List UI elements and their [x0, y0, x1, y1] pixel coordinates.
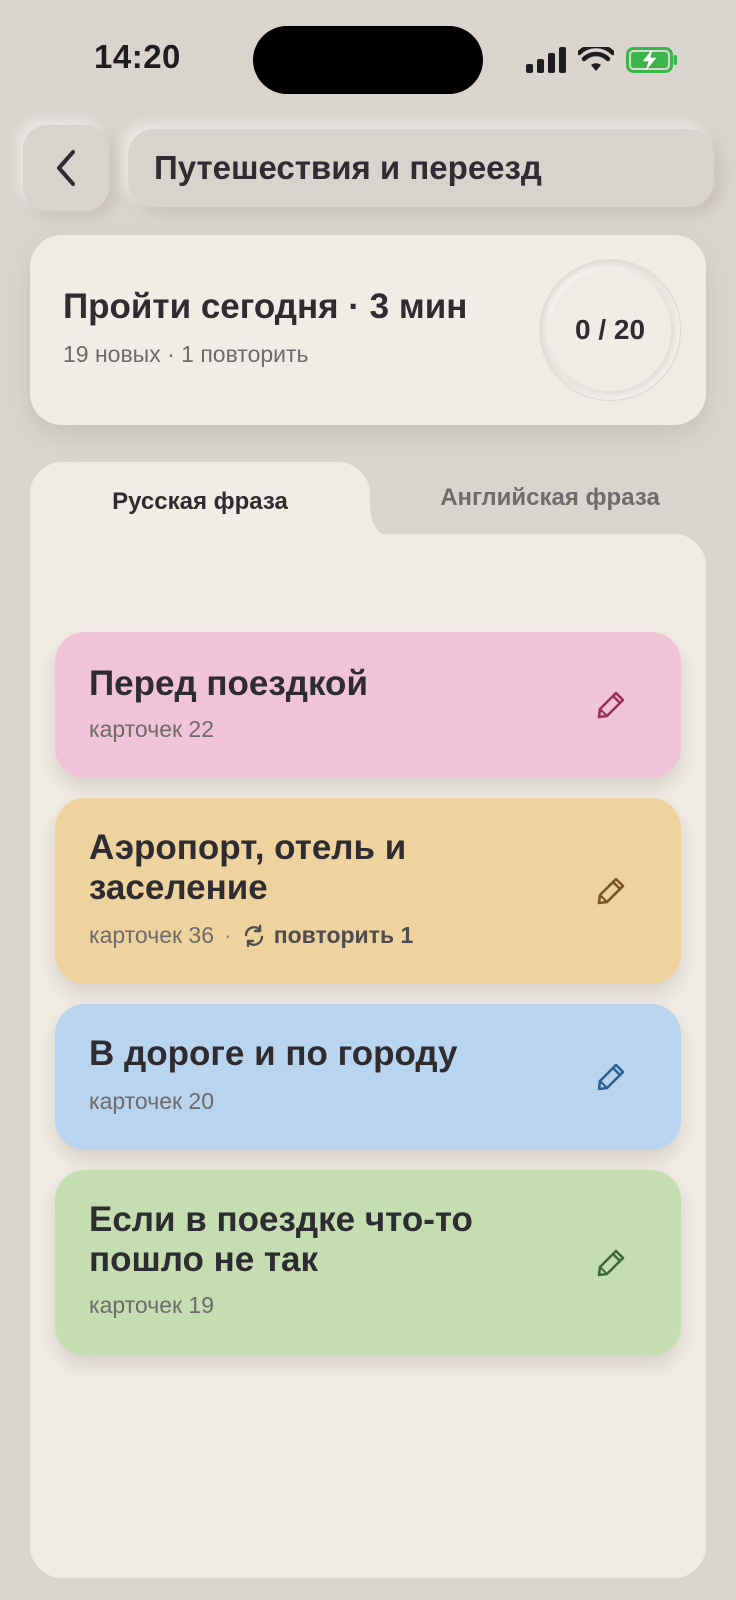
panel-body: Перед поездкой карточек 22 Аэропорт, оте…	[30, 526, 706, 1578]
edit-button[interactable]	[591, 1243, 631, 1283]
page-title-pill: Путешествия и переезд	[128, 129, 714, 207]
repeat-tag: повторить 1	[242, 922, 414, 949]
status-time: 14:20	[94, 38, 181, 75]
category-count: карточек 36	[89, 922, 215, 948]
signal-icon	[526, 47, 566, 73]
category-card[interactable]: Если в поездке что-то пошло не так карто…	[55, 1170, 681, 1356]
category-card[interactable]: Перед поездкой карточек 22	[55, 632, 681, 778]
pencil-icon	[597, 877, 625, 905]
refresh-icon	[244, 924, 263, 947]
page-title: Путешествия и переезд	[154, 149, 542, 186]
category-title: В дороге и по городу	[89, 1034, 458, 1073]
status-bar: 14:20	[0, 0, 736, 110]
category-card[interactable]: В дороге и по городу карточек 20	[55, 1004, 681, 1150]
phrase-panel: Русская фраза Английская фраза Перед пое…	[30, 462, 706, 1578]
meta-separator: ·	[224, 922, 232, 948]
today-title: Пройти сегодня · 3 мин	[63, 287, 468, 326]
pencil-icon	[597, 1063, 625, 1091]
today-card[interactable]: Пройти сегодня · 3 мин 19 новых · 1 повт…	[30, 235, 706, 425]
category-title: Перед поездкой	[89, 664, 368, 703]
edit-button[interactable]	[591, 1057, 631, 1097]
wifi-icon	[578, 47, 614, 71]
edit-button[interactable]	[591, 871, 631, 911]
edit-button[interactable]	[591, 685, 631, 725]
category-title: Аэропорт, отель и заселение	[89, 828, 407, 907]
category-meta: карточек 19	[89, 1292, 214, 1319]
battery-charging-icon	[626, 47, 677, 73]
category-count: карточек 20	[89, 1088, 215, 1114]
category-card[interactable]: Аэропорт, отель и заселение карточек 36 …	[55, 798, 681, 984]
category-title: Если в поездке что-то пошло не так	[89, 1200, 473, 1279]
category-count: карточек 19	[89, 1292, 215, 1318]
back-button[interactable]	[23, 125, 109, 211]
dynamic-island	[253, 26, 483, 94]
chevron-left-icon	[57, 150, 75, 186]
category-meta: карточек 20	[89, 1088, 214, 1115]
pencil-icon	[597, 691, 625, 719]
tab-english-phrase[interactable]: Английская фраза	[402, 462, 698, 534]
category-count: карточек 22	[89, 716, 215, 742]
status-icons	[526, 42, 678, 78]
today-subtitle: 19 новых · 1 повторить	[63, 341, 309, 367]
progress-inner: 0 / 20	[549, 269, 671, 391]
progress-ring: 0 / 20	[540, 260, 680, 400]
repeat-label: повторить 1	[273, 922, 414, 948]
category-meta: карточек 36 · повторить 1	[89, 922, 413, 949]
category-meta: карточек 22	[89, 716, 214, 743]
pencil-icon	[597, 1249, 625, 1277]
progress-text: 0 / 20	[574, 314, 646, 345]
